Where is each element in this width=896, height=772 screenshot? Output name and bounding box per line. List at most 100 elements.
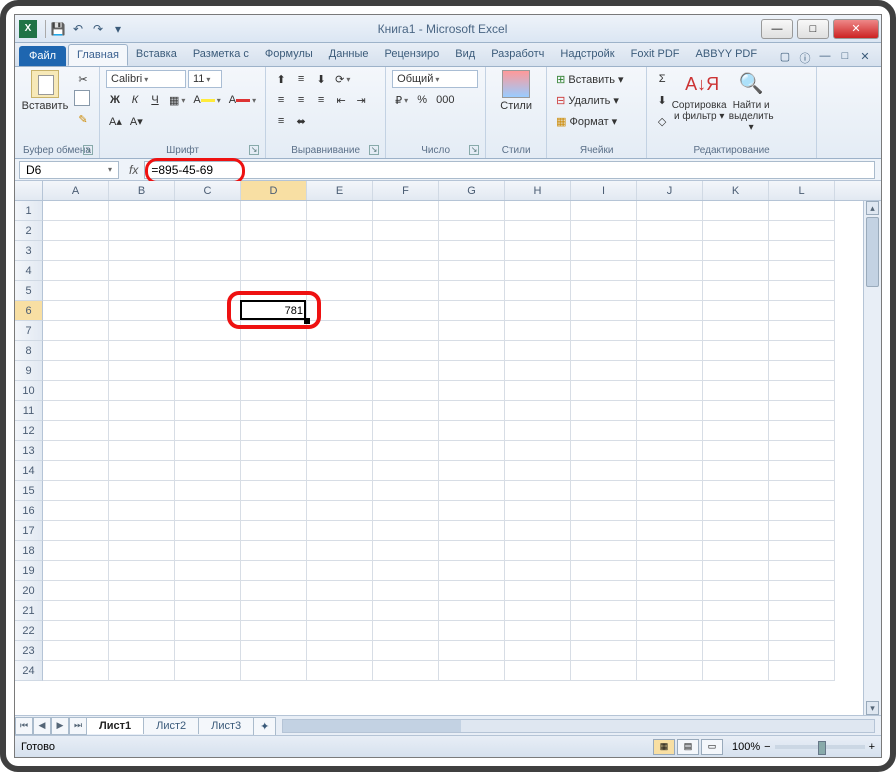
sheet-tab-1[interactable]: Лист2 — [143, 717, 199, 734]
minimize-button[interactable]: — — [761, 19, 793, 39]
cell-E8[interactable] — [307, 341, 373, 361]
maximize-button[interactable]: □ — [797, 19, 829, 39]
cell-B24[interactable] — [109, 661, 175, 681]
col-header-L[interactable]: L — [769, 181, 835, 200]
decrease-decimal-button[interactable] — [412, 112, 430, 130]
row-header-9[interactable]: 9 — [15, 361, 43, 381]
cell-K21[interactable] — [703, 601, 769, 621]
cell-E6[interactable] — [307, 301, 373, 321]
cell-K8[interactable] — [703, 341, 769, 361]
row-header-10[interactable]: 10 — [15, 381, 43, 401]
cell-J10[interactable] — [637, 381, 703, 401]
cell-D23[interactable] — [241, 641, 307, 661]
row-header-22[interactable]: 22 — [15, 621, 43, 641]
cell-A11[interactable] — [43, 401, 109, 421]
cell-K3[interactable] — [703, 241, 769, 261]
align-bottom-button[interactable]: ⬇ — [312, 70, 330, 88]
cell-I2[interactable] — [571, 221, 637, 241]
cell-B17[interactable] — [109, 521, 175, 541]
cell-D15[interactable] — [241, 481, 307, 501]
cell-G4[interactable] — [439, 261, 505, 281]
cell-A19[interactable] — [43, 561, 109, 581]
ribbon-tab-7[interactable]: Разработч — [483, 44, 552, 66]
cell-E10[interactable] — [307, 381, 373, 401]
cell-H19[interactable] — [505, 561, 571, 581]
cell-A18[interactable] — [43, 541, 109, 561]
cell-H23[interactable] — [505, 641, 571, 661]
cell-I24[interactable] — [571, 661, 637, 681]
row-header-8[interactable]: 8 — [15, 341, 43, 361]
cell-L8[interactable] — [769, 341, 835, 361]
cell-H3[interactable] — [505, 241, 571, 261]
cell-E4[interactable] — [307, 261, 373, 281]
cell-I7[interactable] — [571, 321, 637, 341]
cell-K22[interactable] — [703, 621, 769, 641]
cell-C8[interactable] — [175, 341, 241, 361]
cell-C23[interactable] — [175, 641, 241, 661]
col-header-G[interactable]: G — [439, 181, 505, 200]
cell-D14[interactable] — [241, 461, 307, 481]
row-header-3[interactable]: 3 — [15, 241, 43, 261]
cell-I10[interactable] — [571, 381, 637, 401]
cell-D20[interactable] — [241, 581, 307, 601]
cell-L12[interactable] — [769, 421, 835, 441]
col-header-A[interactable]: A — [43, 181, 109, 200]
cell-G11[interactable] — [439, 401, 505, 421]
cell-C22[interactable] — [175, 621, 241, 641]
indent-dec-button[interactable]: ⇤ — [332, 91, 350, 109]
cell-I20[interactable] — [571, 581, 637, 601]
cell-I8[interactable] — [571, 341, 637, 361]
row-header-18[interactable]: 18 — [15, 541, 43, 561]
cell-K23[interactable] — [703, 641, 769, 661]
cell-C14[interactable] — [175, 461, 241, 481]
cell-L15[interactable] — [769, 481, 835, 501]
cell-E23[interactable] — [307, 641, 373, 661]
cell-L7[interactable] — [769, 321, 835, 341]
cell-A2[interactable] — [43, 221, 109, 241]
cell-H21[interactable] — [505, 601, 571, 621]
cell-J15[interactable] — [637, 481, 703, 501]
cell-K14[interactable] — [703, 461, 769, 481]
cell-J24[interactable] — [637, 661, 703, 681]
cell-C1[interactable] — [175, 201, 241, 221]
ribbon-tab-4[interactable]: Данные — [321, 44, 377, 66]
cell-C21[interactable] — [175, 601, 241, 621]
underline-button[interactable]: Ч — [146, 91, 164, 109]
cell-F12[interactable] — [373, 421, 439, 441]
cell-I4[interactable] — [571, 261, 637, 281]
cell-A7[interactable] — [43, 321, 109, 341]
clear-button[interactable]: ◇ — [653, 112, 671, 130]
font-size-select[interactable]: 11▾ — [188, 70, 222, 88]
cell-L3[interactable] — [769, 241, 835, 261]
cell-B6[interactable] — [109, 301, 175, 321]
cell-I18[interactable] — [571, 541, 637, 561]
copy-button[interactable] — [73, 90, 93, 108]
file-tab[interactable]: Файл — [19, 46, 66, 66]
cell-J12[interactable] — [637, 421, 703, 441]
cell-F19[interactable] — [373, 561, 439, 581]
cell-H8[interactable] — [505, 341, 571, 361]
cell-D7[interactable] — [241, 321, 307, 341]
italic-button[interactable]: К — [126, 91, 144, 109]
row-header-15[interactable]: 15 — [15, 481, 43, 501]
fill-button[interactable]: ⬇ — [653, 91, 671, 109]
cell-L11[interactable] — [769, 401, 835, 421]
cell-F21[interactable] — [373, 601, 439, 621]
col-header-H[interactable]: H — [505, 181, 571, 200]
fx-icon[interactable]: fx — [129, 163, 138, 177]
cell-D16[interactable] — [241, 501, 307, 521]
cell-B11[interactable] — [109, 401, 175, 421]
cell-A8[interactable] — [43, 341, 109, 361]
cell-F22[interactable] — [373, 621, 439, 641]
cell-B21[interactable] — [109, 601, 175, 621]
ribbon-tab-0[interactable]: Главная — [68, 44, 128, 66]
col-header-B[interactable]: B — [109, 181, 175, 200]
hscroll-thumb[interactable] — [283, 720, 460, 732]
cell-G3[interactable] — [439, 241, 505, 261]
view-normal-button[interactable]: ▦ — [653, 739, 675, 755]
cell-K20[interactable] — [703, 581, 769, 601]
cell-C17[interactable] — [175, 521, 241, 541]
cell-H17[interactable] — [505, 521, 571, 541]
scroll-down-icon[interactable]: ▾ — [866, 701, 879, 715]
row-header-4[interactable]: 4 — [15, 261, 43, 281]
